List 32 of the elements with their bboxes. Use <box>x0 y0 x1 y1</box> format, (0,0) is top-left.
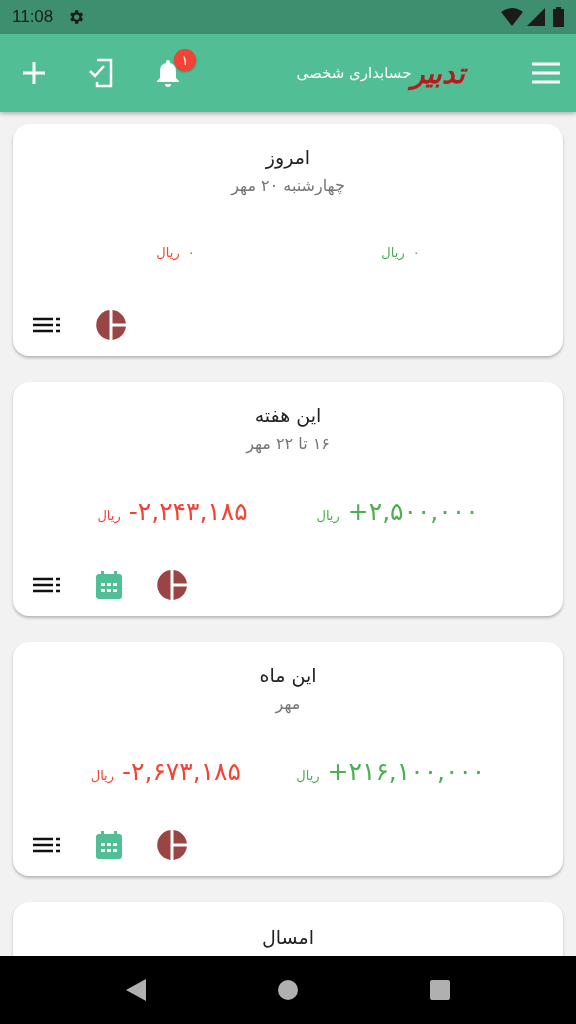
income-amount: +۲۱۶,۱۰۰,۰۰۰ <box>327 757 486 786</box>
notification-badge: ۱ <box>174 49 196 71</box>
income-amount: +۲,۵۰۰,۰۰۰ <box>347 497 479 526</box>
home-button[interactable] <box>278 980 298 1000</box>
expense-amount: -۲,۶۷۳,۱۸۵ <box>122 757 241 786</box>
battery-icon <box>553 7 564 27</box>
card-title: امروز <box>265 146 311 168</box>
currency-label: ریال <box>296 768 320 783</box>
card-title: این هفته <box>254 404 322 426</box>
expense-amount: ۰ <box>187 245 195 260</box>
currency-label: ریال <box>156 245 180 260</box>
card-subtitle: ۱۶ تا ۲۲ مهر <box>246 434 330 453</box>
income-amount: ۰ <box>412 245 420 260</box>
pie-chart-button[interactable] <box>157 570 187 600</box>
card-title: این ماه <box>259 664 317 686</box>
card-subtitle: چهارشنبه ۲۰ مهر <box>231 176 345 195</box>
card-subtitle: مهر <box>275 694 301 713</box>
list-button[interactable] <box>33 577 61 593</box>
list-button[interactable] <box>33 837 61 853</box>
pie-chart-button[interactable] <box>157 830 187 860</box>
currency-label: ریال <box>90 768 114 783</box>
wifi-icon <box>501 8 523 26</box>
card-title: امسال <box>262 926 314 948</box>
clock: 11:08 <box>12 7 54 27</box>
list-button[interactable] <box>33 317 61 333</box>
signal-icon <box>527 8 545 26</box>
pie-chart-button[interactable] <box>96 310 126 340</box>
currency-label: ریال <box>97 508 121 523</box>
currency-label: ریال <box>316 508 340 523</box>
back-button[interactable] <box>126 979 146 1001</box>
currency-label: ریال <box>381 245 405 260</box>
expense-amount: -۲,۲۴۳,۱۸۵ <box>128 497 248 526</box>
